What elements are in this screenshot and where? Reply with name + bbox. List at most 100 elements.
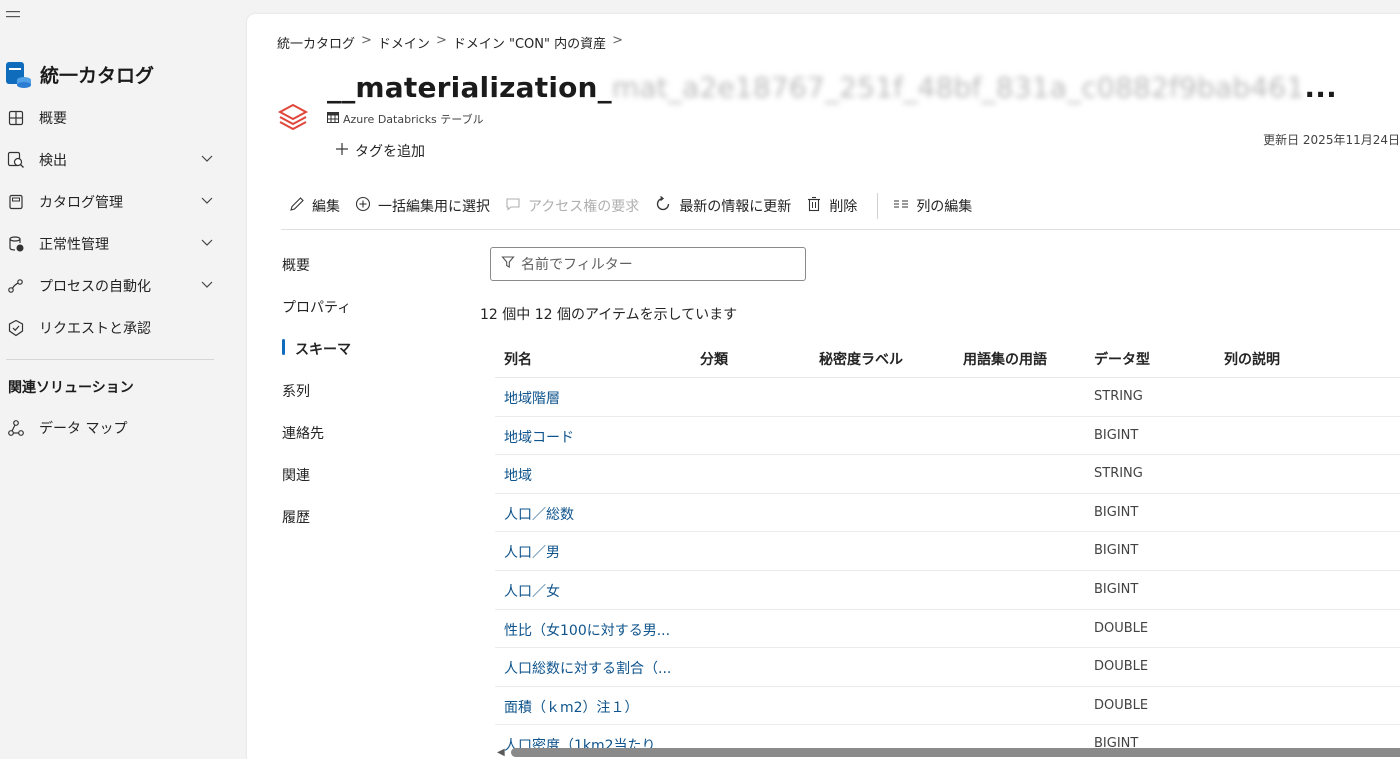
- chevron-down-icon[interactable]: [200, 235, 214, 253]
- approval-icon: [6, 318, 26, 338]
- table-row[interactable]: 地域 STRING: [495, 455, 1400, 494]
- asset-title-redacted: mat_a2e18767_251f_48bf_831a_c0882f9bab46…: [611, 71, 1305, 104]
- tab-schema[interactable]: スキーマ: [295, 339, 351, 359]
- brand: 統一カタログ: [6, 60, 154, 88]
- data-type-cell: DOUBLE: [1094, 620, 1149, 636]
- breadcrumb: 統一カタログ > ドメイン > ドメイン "CON" 内の資産 >: [277, 33, 623, 52]
- column-header-glossary-terms[interactable]: 用語集の用語: [963, 349, 1047, 369]
- table-row[interactable]: 性比（女100に対する男... DOUBLE: [495, 610, 1400, 649]
- tab-overview[interactable]: 概要: [282, 255, 310, 275]
- column-name-link[interactable]: 性比（女100に対する男...: [504, 620, 670, 640]
- column-header-description[interactable]: 列の説明: [1224, 349, 1280, 369]
- refresh-label: 最新の情報に更新: [679, 199, 792, 215]
- data-type-cell: DOUBLE: [1094, 697, 1149, 713]
- breadcrumb-item[interactable]: ドメイン: [378, 33, 430, 52]
- breadcrumb-item[interactable]: 統一カタログ: [277, 33, 355, 52]
- tab-properties[interactable]: プロパティ: [282, 297, 351, 317]
- scroll-left-arrow-icon[interactable]: ◀: [497, 747, 505, 758]
- data-map-icon: [6, 418, 26, 438]
- nav-divider: [6, 359, 214, 360]
- edit-columns-button[interactable]: 列の編集: [893, 196, 972, 216]
- nav-item-data-map[interactable]: データ マップ: [6, 414, 218, 442]
- data-type-cell: DOUBLE: [1094, 659, 1149, 675]
- delete-label: 削除: [829, 199, 858, 215]
- breadcrumb-separator-icon: >: [435, 33, 447, 48]
- table-grid-icon: [327, 112, 339, 126]
- nav-item-overview[interactable]: 概要: [6, 104, 218, 132]
- breadcrumb-item[interactable]: ドメイン "CON" 内の資産: [453, 33, 606, 52]
- brand-title: 統一カタログ: [40, 64, 155, 87]
- column-header-sensitivity-label[interactable]: 秘密度ラベル: [819, 349, 903, 369]
- table-icon: [6, 108, 26, 128]
- asset-type: Azure Databricks テーブル: [327, 111, 484, 127]
- column-header-name[interactable]: 列名: [504, 349, 532, 369]
- edit-label: 編集: [312, 199, 340, 215]
- column-name-link[interactable]: 面積（ｋm2）注１）: [504, 697, 639, 717]
- table-row[interactable]: 人口総数に対する割合（... DOUBLE: [495, 648, 1400, 687]
- refresh-button[interactable]: 最新の情報に更新: [654, 195, 791, 217]
- updated-date: 更新日 2025年11月24日: [1263, 133, 1400, 147]
- table-row[interactable]: 人口／総数 BIGINT: [495, 494, 1400, 533]
- tab-related[interactable]: 関連: [282, 465, 310, 485]
- column-name-link[interactable]: 人口総数に対する割合（...: [504, 658, 671, 678]
- table-row[interactable]: 地域コード BIGINT: [495, 417, 1400, 456]
- chevron-down-icon[interactable]: [200, 193, 214, 211]
- hamburger-menu-icon[interactable]: [6, 8, 22, 26]
- column-name-link[interactable]: 地域階層: [504, 388, 560, 408]
- nav-item-label: 概要: [39, 111, 67, 127]
- main-panel: 統一カタログ > ドメイン > ドメイン "CON" 内の資産 > __mate…: [247, 14, 1400, 759]
- scrollbar-thumb[interactable]: [511, 748, 1400, 757]
- nav-item-health-management[interactable]: 正常性管理: [6, 230, 218, 258]
- nav-item-requests-approvals[interactable]: リクエストと承認: [6, 314, 218, 342]
- delete-button[interactable]: 削除: [806, 196, 857, 216]
- data-type-cell: BIGINT: [1094, 504, 1139, 520]
- chevron-down-icon[interactable]: [200, 151, 214, 169]
- toolbar: 編集 一括編集用に選択 アクセス権の要求 最新の情報に更新 削除 列の編集: [289, 193, 987, 219]
- discover-icon: [6, 150, 26, 170]
- nav-item-process-automation[interactable]: プロセスの自動化: [6, 272, 218, 300]
- column-name-link[interactable]: 人口／総数: [504, 504, 574, 524]
- column-name-link[interactable]: 地域コード: [504, 427, 574, 447]
- data-type-cell: BIGINT: [1094, 427, 1139, 443]
- table-row[interactable]: 人口／男 BIGINT: [495, 532, 1400, 571]
- plus-icon: [335, 142, 349, 160]
- horizontal-scrollbar[interactable]: ◀: [497, 746, 1400, 758]
- table-row[interactable]: 地域階層 STRING: [495, 378, 1400, 417]
- table-row[interactable]: 人口／女 BIGINT: [495, 571, 1400, 610]
- column-name-link[interactable]: 地域: [504, 465, 532, 485]
- chevron-down-icon[interactable]: [200, 277, 214, 295]
- toolbar-divider-line: [281, 229, 1400, 230]
- bulk-select-label: 一括編集用に選択: [378, 199, 490, 215]
- add-tag-button[interactable]: タグを追加: [335, 141, 425, 161]
- nav-item-label: カタログ管理: [39, 195, 123, 211]
- tab-contacts[interactable]: 連絡先: [282, 423, 324, 443]
- nav-item-catalog-management[interactable]: カタログ管理: [6, 188, 218, 216]
- breadcrumb-separator-icon: >: [361, 33, 372, 48]
- automation-icon: [6, 276, 26, 296]
- catalog-icon: [6, 192, 26, 212]
- column-name-link[interactable]: 人口／男: [504, 542, 560, 562]
- table-row[interactable]: 面積（ｋm2）注１） DOUBLE: [495, 687, 1400, 726]
- nav-item-discover[interactable]: 検出: [6, 146, 218, 174]
- unified-catalog-icon: [6, 60, 32, 88]
- data-type-cell: BIGINT: [1094, 581, 1139, 597]
- edit-button[interactable]: 編集: [289, 196, 340, 216]
- asset-title: __materialization_mat_a2e18767_251f_48bf…: [327, 71, 1337, 104]
- name-filter-input[interactable]: 名前でフィルター: [490, 247, 806, 281]
- toolbar-divider: [877, 193, 879, 219]
- schema-table: 列名 分類 秘密度ラベル 用語集の用語 データ型 列の説明 地域階層 STRING…: [495, 338, 1400, 759]
- tab-history[interactable]: 履歴: [282, 507, 310, 527]
- nav-item-label: データ マップ: [39, 421, 128, 437]
- asset-type-label: Azure Databricks テーブル: [343, 113, 484, 126]
- bulk-select-button[interactable]: 一括編集用に選択: [355, 196, 490, 216]
- tab-lineage[interactable]: 系列: [282, 381, 310, 401]
- edit-columns-label: 列の編集: [916, 199, 973, 215]
- table-body: 地域階層 STRING 地域コード BIGINT 地域 STRING 人口／総数 BIGINT…: [495, 378, 1400, 759]
- data-type-cell: STRING: [1094, 389, 1143, 404]
- column-header-data-type[interactable]: データ型: [1094, 349, 1150, 369]
- column-name-link[interactable]: 人口／女: [504, 581, 560, 601]
- request-access-button[interactable]: アクセス権の要求: [505, 196, 639, 216]
- column-header-classification[interactable]: 分類: [700, 349, 728, 369]
- breadcrumb-separator-icon: >: [612, 33, 624, 48]
- add-circle-icon: [355, 196, 371, 216]
